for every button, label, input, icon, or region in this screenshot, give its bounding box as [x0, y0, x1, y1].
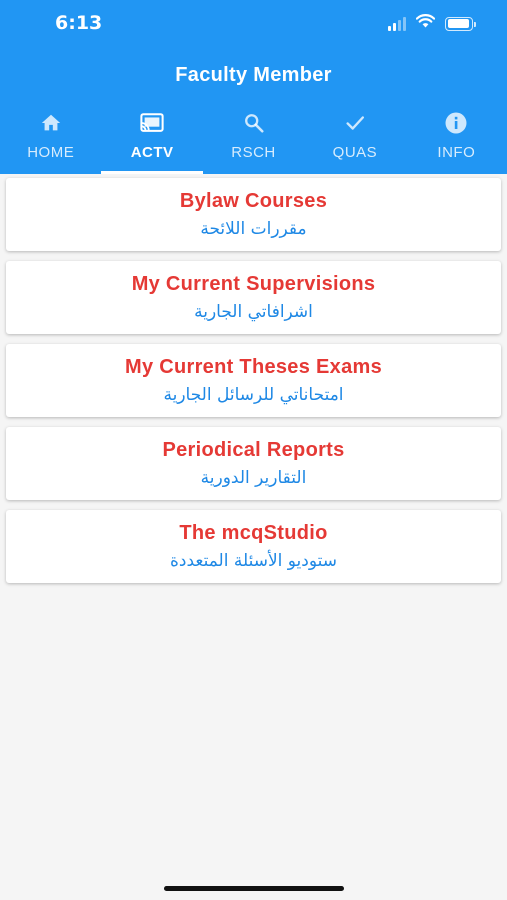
activity-list: Bylaw Courses مقررات اللائحة My Current … [0, 174, 507, 583]
search-icon [242, 111, 266, 135]
card-title: My Current Theses Exams [125, 356, 382, 378]
bylaw-courses-card[interactable]: Bylaw Courses مقررات اللائحة [6, 178, 501, 251]
card-subtitle: مقررات اللائحة [200, 219, 307, 239]
check-icon [343, 111, 367, 135]
tab-rsch[interactable]: RSCH [203, 102, 304, 174]
theses-exams-card[interactable]: My Current Theses Exams امتحاناتي للرسائ… [6, 344, 501, 417]
card-title: Bylaw Courses [179, 190, 328, 212]
tab-label: INFO [437, 144, 476, 161]
card-subtitle: ستوديو الأسئلة المتعددة [169, 551, 338, 571]
tab-label: RSCH [231, 144, 276, 161]
cast-icon [140, 111, 164, 135]
signal-icon [388, 16, 406, 31]
tab-info[interactable]: INFO [406, 102, 507, 174]
card-subtitle: اشرافاتي الجارية [194, 302, 313, 322]
tab-label: HOME [27, 144, 75, 161]
battery-icon [445, 16, 476, 31]
tab-label: QUAS [332, 144, 378, 161]
current-supervisions-card[interactable]: My Current Supervisions اشرافاتي الجارية [6, 261, 501, 334]
card-title: Periodical Reports [162, 439, 345, 461]
wifi-icon [415, 14, 436, 33]
status-icons [388, 14, 476, 33]
status-time: 6:13 [55, 12, 103, 34]
periodical-reports-card[interactable]: Periodical Reports التقارير الدورية [6, 427, 501, 500]
page-title: Faculty Member [175, 63, 332, 86]
tab-label: ACTV [130, 144, 174, 161]
info-icon [444, 111, 468, 135]
home-icon [39, 111, 63, 135]
tab-bar: HOME ACTV RSCH QUAS INFO [0, 102, 507, 174]
home-indicator[interactable] [164, 886, 344, 891]
card-title: The mcqStudio [179, 522, 328, 544]
app-bar: 6:13 Faculty Member HOME ACTV RSCH QUAS … [0, 0, 507, 174]
card-subtitle: امتحاناتي للرسائل الجارية [163, 385, 344, 405]
tab-quas[interactable]: QUAS [304, 102, 405, 174]
tab-actv[interactable]: ACTV [101, 102, 204, 174]
card-title: My Current Supervisions [131, 273, 376, 295]
tab-home[interactable]: HOME [0, 102, 101, 174]
mcq-studio-card[interactable]: The mcqStudio ستوديو الأسئلة المتعددة [6, 510, 501, 583]
status-bar: 6:13 [0, 0, 507, 48]
card-subtitle: التقارير الدورية [200, 468, 307, 488]
